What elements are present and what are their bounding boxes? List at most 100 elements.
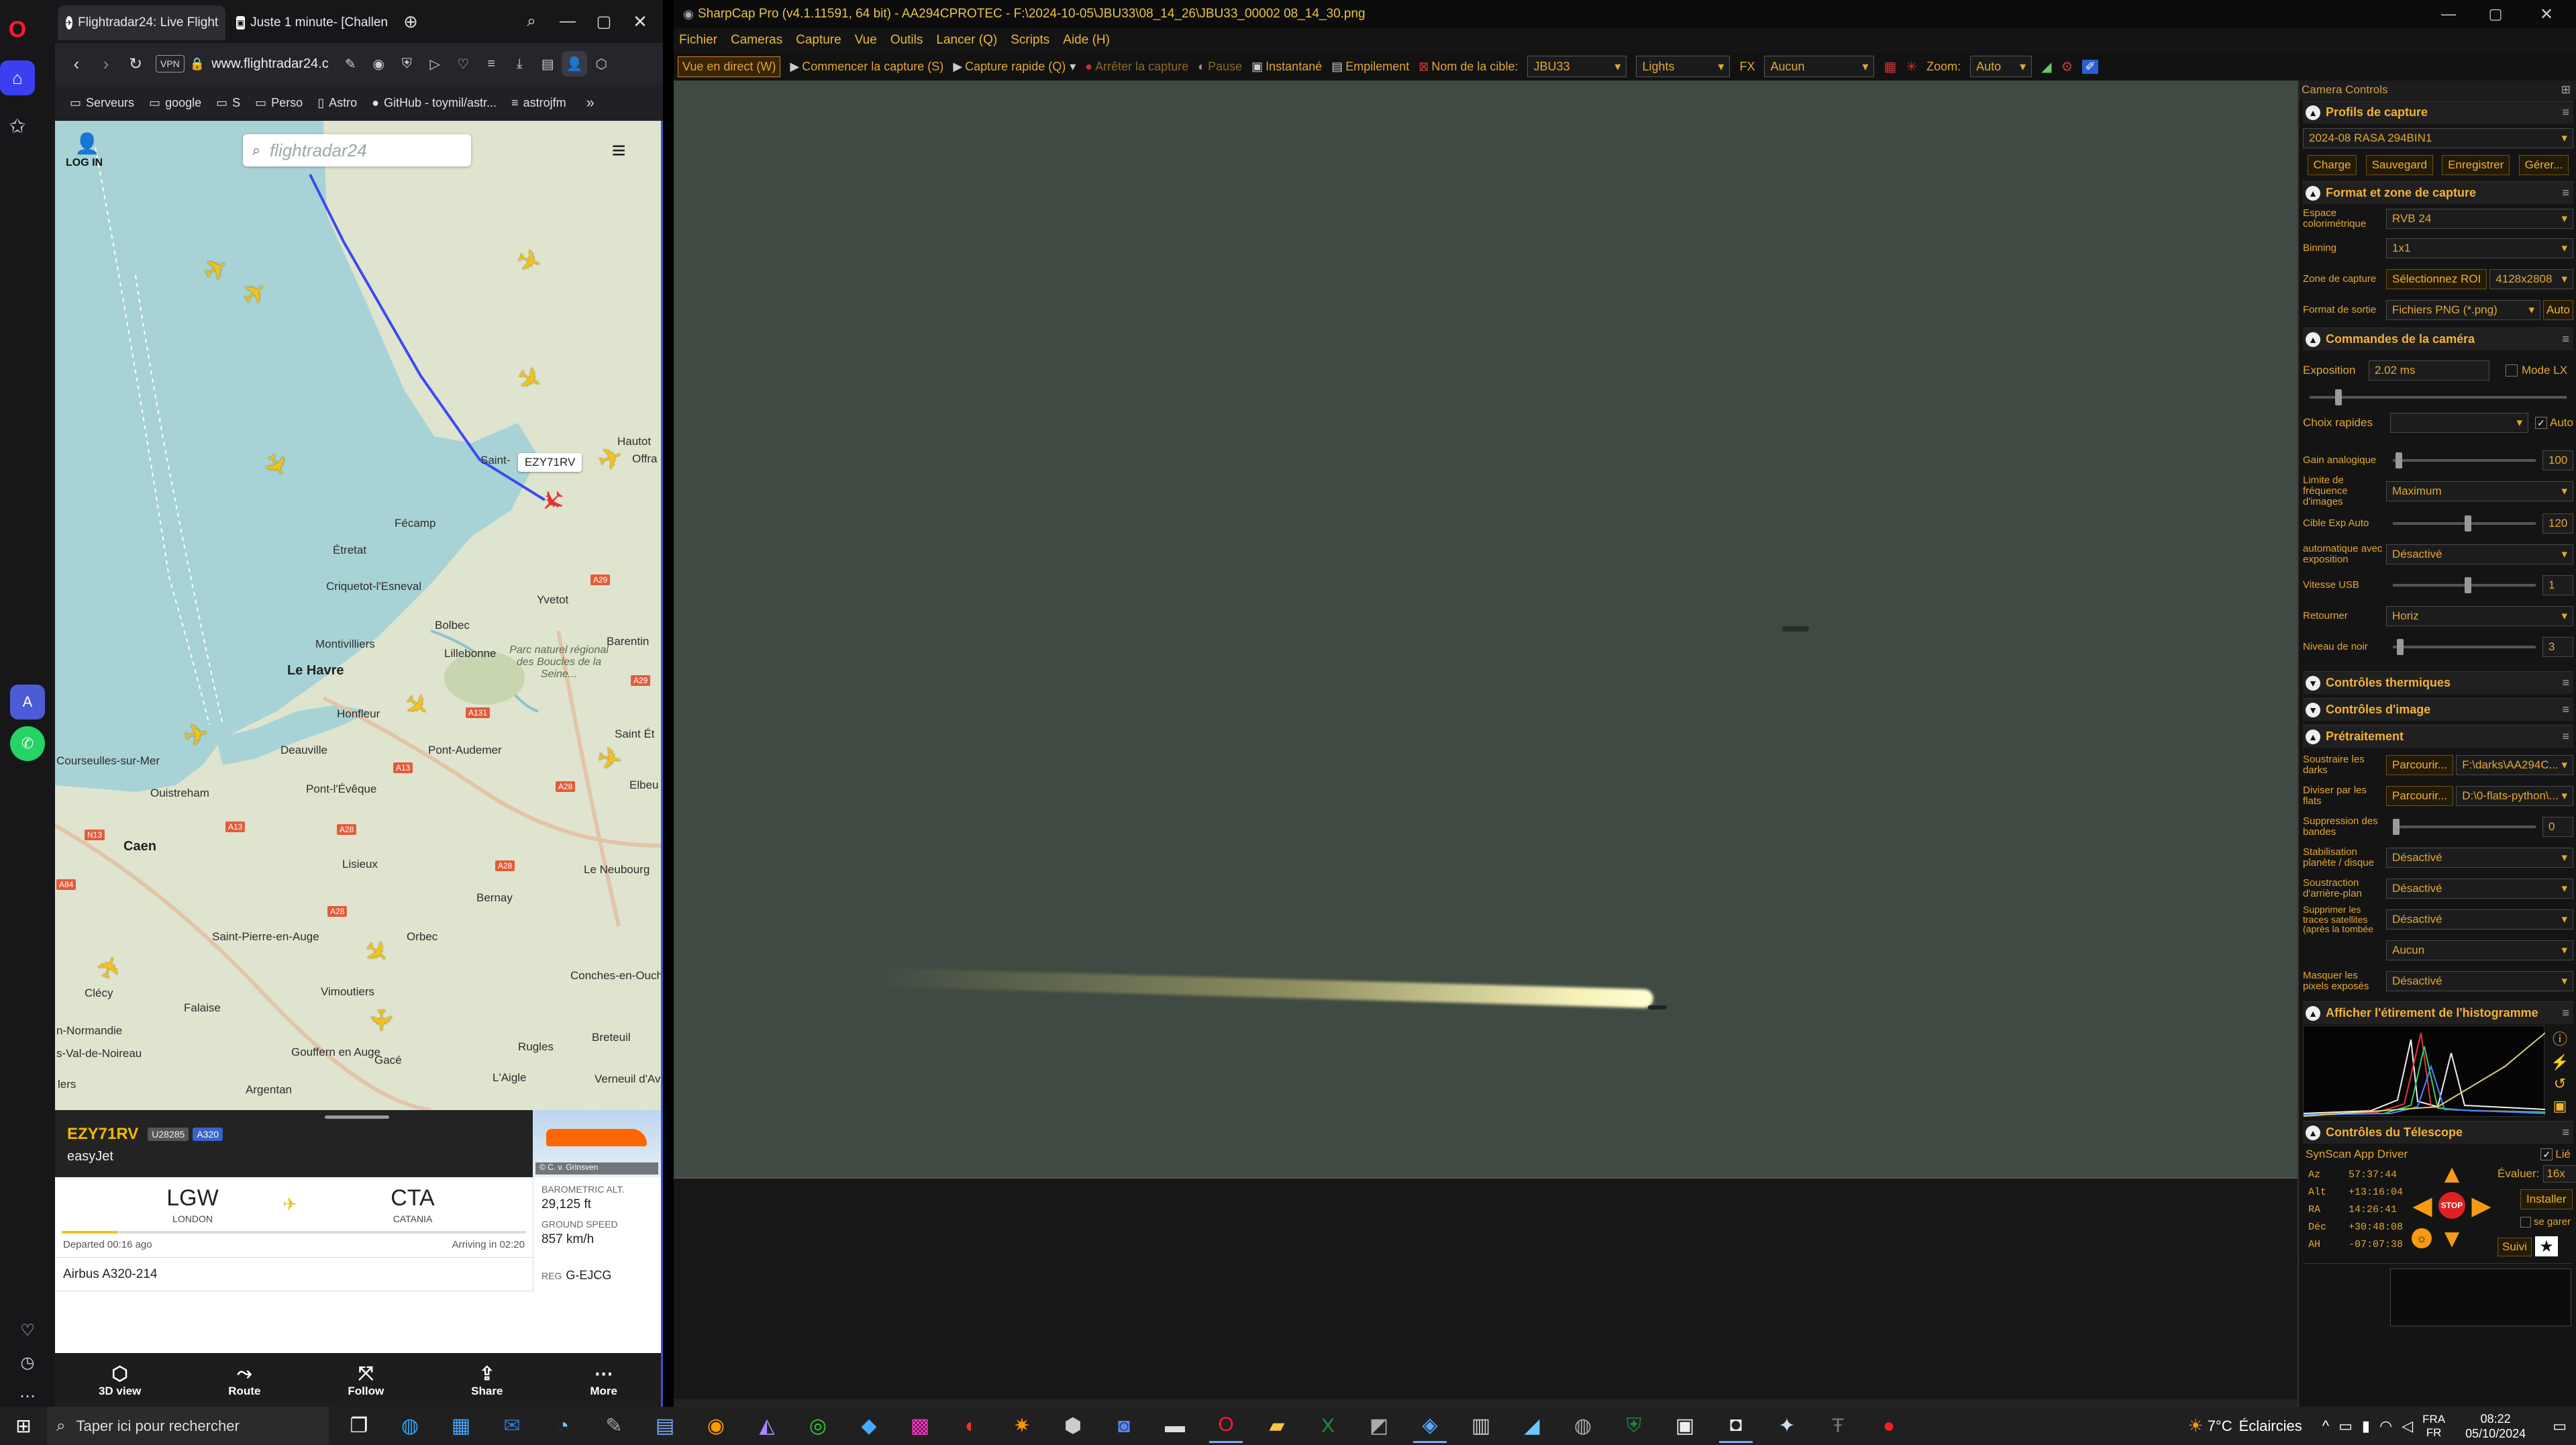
lightning-icon[interactable]: ⚡: [2551, 1054, 2569, 1071]
vpn-badge[interactable]: VPN: [156, 55, 185, 72]
minimize-icon[interactable]: —: [556, 9, 580, 34]
section-histogram[interactable]: ▲ Afficher l'étirement de l'histogramme ≡: [2303, 1001, 2573, 1024]
sun-icon[interactable]: ☼: [2412, 1228, 2432, 1248]
auto-with-exposure-select[interactable]: Désactivé ▾: [2386, 544, 2573, 564]
capture-image[interactable]: [674, 81, 2298, 1179]
grid-icon[interactable]: ▦: [1884, 58, 1896, 75]
clock[interactable]: 08:22 05/10/2024: [2465, 1411, 2526, 1441]
app-icon[interactable]: ◐: [954, 1409, 988, 1443]
section-camera[interactable]: ▲ Commandes de la caméra ≡: [2303, 328, 2573, 350]
plane-icon[interactable]: ✈: [595, 741, 625, 778]
frame-type-select[interactable]: Lights ▾: [1636, 56, 1731, 77]
zoom-select[interactable]: Auto ▾: [1970, 56, 2032, 77]
auto-output-button[interactable]: Auto: [2543, 300, 2573, 320]
fx-select[interactable]: Aucun ▾: [1764, 56, 1875, 77]
section-thermal[interactable]: ▼ Contrôles thermiques ≡: [2303, 671, 2573, 694]
app-icon[interactable]: ◎: [801, 1409, 835, 1443]
plane-icon[interactable]: ✈: [364, 1008, 397, 1033]
bookmark-serveurs[interactable]: ▭ Serveurs: [70, 96, 134, 110]
park-toggle[interactable]: se garer: [2520, 1216, 2571, 1228]
auto-exp-target-slider[interactable]: [2393, 515, 2536, 532]
bookmark-perso[interactable]: ▭ Perso: [255, 96, 303, 110]
nav-follow[interactable]: ⤧ Follow: [348, 1362, 384, 1398]
connected-toggle[interactable]: ✓ Lié: [2540, 1148, 2571, 1161]
settings-icon[interactable]: ⚙: [2061, 58, 2073, 75]
app-icon[interactable]: ▥: [1464, 1409, 1498, 1443]
extensions-icon[interactable]: ⬡: [587, 56, 615, 72]
user-icon[interactable]: 👤: [74, 130, 101, 157]
black-level-slider[interactable]: [2393, 639, 2536, 655]
wifi-icon[interactable]: ◠: [2379, 1417, 2392, 1435]
menu-vue[interactable]: Vue: [855, 33, 877, 48]
section-profiles[interactable]: ▲ Profils de capture ≡: [2303, 101, 2573, 123]
menu-aide[interactable]: Aide (H): [1063, 33, 1110, 48]
install-button[interactable]: Installer: [2520, 1189, 2573, 1209]
background-sub-select[interactable]: Désactivé ▾: [2386, 879, 2573, 899]
app-icon[interactable]: ✎: [597, 1409, 631, 1443]
edge-icon[interactable]: ◍: [393, 1409, 427, 1443]
save-icon[interactable]: ▣: [2553, 1097, 2567, 1115]
app-icon[interactable]: ◆: [852, 1409, 886, 1443]
arrow-down-icon[interactable]: ▼: [2439, 1225, 2465, 1253]
binning-select[interactable]: 1x1 ▾: [2386, 238, 2573, 258]
gain-slider[interactable]: [2393, 452, 2536, 468]
taskbar-search[interactable]: ⌕ Taper ici pour rechercher: [47, 1407, 329, 1445]
auto-checkbox[interactable]: ✓: [2535, 417, 2548, 429]
usb-speed-slider[interactable]: [2393, 577, 2536, 593]
play-icon[interactable]: ▷: [421, 56, 449, 72]
record-icon[interactable]: ●: [1872, 1409, 1906, 1443]
auto-exp-target-input[interactable]: 120: [2542, 513, 2573, 534]
quick-capture-button[interactable]: ▶ Capture rapide (Q) ▾: [953, 60, 1076, 74]
nav-more[interactable]: ⋯ More: [590, 1362, 617, 1398]
close-icon[interactable]: ✕: [628, 9, 652, 34]
whatsapp-icon[interactable]: ✆: [10, 726, 45, 761]
fr24-search[interactable]: ⌕ flightradar24: [243, 134, 471, 166]
frame-rate-select[interactable]: Maximum ▾: [2386, 481, 2573, 501]
save-as-profile-button[interactable]: Enregistrer: [2442, 155, 2510, 175]
quick-choice-select[interactable]: ▾: [2390, 413, 2529, 433]
plane-icon[interactable]: ✈: [181, 717, 211, 754]
maximize-icon[interactable]: ▢: [592, 9, 616, 34]
star-icon[interactable]: ★: [2535, 1236, 2558, 1256]
search-tabs-icon[interactable]: ⌕: [519, 9, 544, 34]
home-icon[interactable]: ⌂: [0, 60, 35, 95]
nav-3d-view[interactable]: ⬡ 3D view: [99, 1362, 141, 1398]
weather-temp[interactable]: 7°C: [2208, 1417, 2232, 1435]
gain-input[interactable]: 100: [2542, 450, 2573, 470]
section-format[interactable]: ▲ Format et zone de capture ≡: [2303, 181, 2573, 204]
output-format-select[interactable]: Fichiers PNG (*.png) ▾: [2386, 300, 2541, 320]
network-icon[interactable]: ▭: [2338, 1417, 2353, 1435]
histogram-view[interactable]: [2303, 1026, 2546, 1117]
new-tab-icon[interactable]: ⊕: [400, 11, 421, 32]
target-name-input[interactable]: JBU33 ▾: [1527, 56, 1627, 77]
drag-handle[interactable]: [325, 1115, 389, 1119]
info-icon[interactable]: ⓘ: [2553, 1028, 2567, 1049]
nav-route[interactable]: ⤳ Route: [228, 1362, 260, 1398]
app-icon[interactable]: ▩: [903, 1409, 937, 1443]
rate-select[interactable]: 16x: [2543, 1165, 2576, 1183]
stop-capture-button[interactable]: ● Arrêter la capture: [1085, 60, 1188, 74]
live-view-button[interactable]: Vue en direct (W): [678, 56, 781, 77]
section-telescope[interactable]: ▲ Contrôles du Télescope ≡: [2303, 1121, 2573, 1144]
exposure-slider[interactable]: [2310, 389, 2567, 405]
telescope-icon[interactable]: ✐: [2082, 59, 2098, 74]
black-level-input[interactable]: 3: [2542, 637, 2573, 657]
app-icon[interactable]: ✷: [1005, 1409, 1039, 1443]
login-link[interactable]: LOG IN: [66, 157, 103, 169]
tab-flightradar[interactable]: ✈ Flightradar24: Live Flight: [58, 5, 225, 40]
save-profile-button[interactable]: Sauvegard: [2365, 155, 2433, 175]
stabilization-select[interactable]: Désactivé ▾: [2386, 848, 2573, 868]
history-icon[interactable]: ◷: [10, 1345, 45, 1380]
aircraft-photo[interactable]: © C. v. Grinsven: [533, 1110, 661, 1177]
app-icon[interactable]: ⛨: [1617, 1409, 1651, 1443]
dock-icon[interactable]: ⊞: [2561, 83, 2571, 97]
url-input[interactable]: www.flightradar24.c: [211, 56, 336, 72]
pause-button[interactable]: ◐ Pause: [1198, 60, 1242, 74]
calculator-icon[interactable]: ▤: [648, 1409, 682, 1443]
map[interactable]: 👤 LOG IN ⌕ flightradar24 ≡ EZY71RV ✈ ✈ ✈…: [55, 121, 661, 1110]
menu-outils[interactable]: Outils: [890, 33, 923, 48]
app-icon[interactable]: ◍: [1566, 1409, 1600, 1443]
maximize-icon[interactable]: ▢: [2482, 3, 2509, 26]
reset-icon[interactable]: ↺: [2554, 1075, 2566, 1093]
app-icon[interactable]: ◢: [1515, 1409, 1549, 1443]
